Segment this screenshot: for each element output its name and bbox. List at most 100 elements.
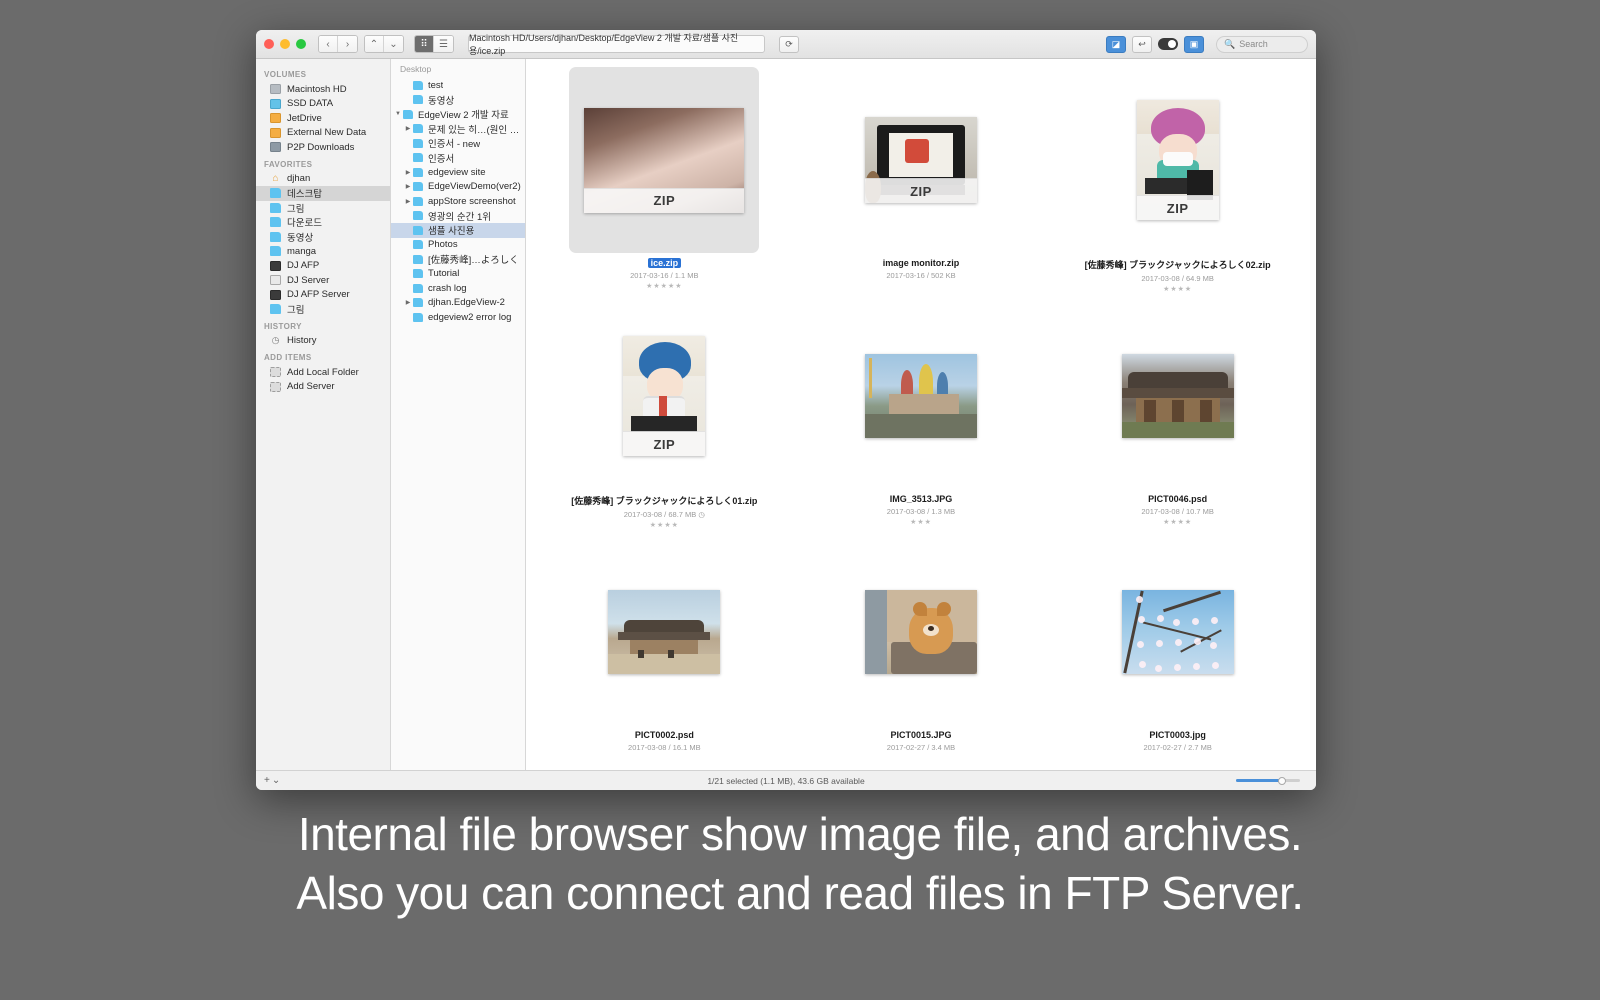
file-item[interactable]: PICT0002.psd2017-03-08 / 16.1 MB bbox=[536, 535, 793, 770]
chevron-right-icon[interactable]: ▶ bbox=[403, 169, 413, 176]
nav-down-button[interactable]: ⌄ bbox=[384, 36, 403, 52]
chevron-right-icon[interactable]: ▶ bbox=[403, 125, 413, 132]
sidebar-item-1[interactable]: SSD DATA bbox=[256, 97, 390, 112]
sidebar-item-0[interactable]: ⌂djhan bbox=[256, 172, 390, 187]
search-input[interactable]: 🔍 Search bbox=[1216, 36, 1308, 53]
file-name-label[interactable]: [佐藤秀峰] ブラックジャックによろしく01.zip bbox=[571, 494, 757, 507]
toggle-button[interactable] bbox=[1158, 36, 1178, 53]
tree-item[interactable]: ▶appStore screenshot bbox=[391, 194, 525, 209]
file-name-label[interactable]: ice.zip bbox=[648, 258, 682, 268]
file-rating-stars[interactable]: ★★★★ bbox=[650, 521, 679, 529]
file-thumbnail[interactable] bbox=[826, 303, 1016, 489]
sidebar-item-1[interactable]: 데스크탑 bbox=[256, 186, 390, 201]
sidebar-item-1[interactable]: Add Server bbox=[256, 380, 390, 395]
chevron-right-icon[interactable]: ▶ bbox=[403, 198, 413, 205]
slider-knob[interactable] bbox=[1278, 777, 1286, 785]
nav-up-down-group[interactable]: ⌃ ⌄ bbox=[364, 35, 404, 53]
sidebar-item-9[interactable]: 그림 bbox=[256, 302, 390, 317]
tree-item[interactable]: 인증서 bbox=[391, 151, 525, 166]
file-rating-stars[interactable]: ★★★★★ bbox=[646, 282, 682, 290]
file-item[interactable]: PICT0003.jpg 2017-02-27 / 2.7 MB bbox=[1049, 535, 1306, 770]
tree-item[interactable]: Tutorial bbox=[391, 267, 525, 282]
chevron-right-icon[interactable]: ▶ bbox=[403, 299, 413, 306]
sidebar-item-4[interactable]: 동영상 bbox=[256, 230, 390, 245]
view-mode-group[interactable]: ⠿ ☰ bbox=[414, 35, 454, 53]
file-name-label[interactable]: image monitor.zip bbox=[883, 258, 960, 268]
tree-item[interactable]: 영광의 순간 1위 bbox=[391, 209, 525, 224]
sidebar-item-0[interactable]: Add Local Folder bbox=[256, 365, 390, 380]
sidebar-item-8[interactable]: DJ AFP Server bbox=[256, 288, 390, 303]
tree-item[interactable]: ▶EdgeViewDemo(ver2) bbox=[391, 180, 525, 195]
tree-item[interactable]: ▶문제 있는 히…(원인 불심) bbox=[391, 122, 525, 137]
sidebar-item-label: 다운로드 bbox=[287, 215, 322, 229]
sidebar-item-7[interactable]: DJ Server bbox=[256, 273, 390, 288]
image-adjust-button[interactable]: ◪ bbox=[1106, 36, 1126, 53]
tree-item[interactable]: 동영상 bbox=[391, 93, 525, 108]
file-item[interactable]: PICT0046.psd2017-03-08 / 10.7 MB★★★★ bbox=[1049, 299, 1306, 535]
tree-item[interactable]: 인증서 - new bbox=[391, 136, 525, 151]
sidebar-item-4[interactable]: P2P Downloads bbox=[256, 140, 390, 155]
file-thumbnail[interactable] bbox=[569, 539, 759, 725]
close-window-button[interactable] bbox=[264, 39, 274, 49]
tree-item[interactable]: test bbox=[391, 78, 525, 93]
file-item[interactable]: ZIP[佐藤秀峰] ブラックジャックによろしく01.zip2017-03-08 … bbox=[536, 299, 793, 535]
share-button[interactable]: ↩ bbox=[1132, 36, 1152, 53]
thumbnail-image bbox=[1122, 590, 1234, 674]
tree-item-label: EdgeView 2 개발 자료 bbox=[418, 107, 509, 121]
file-item[interactable]: ZIPice.zip2017-03-16 / 1.1 MB★★★★★ bbox=[536, 63, 793, 299]
sidebar-item-5[interactable]: manga bbox=[256, 244, 390, 259]
sidebar-item-0[interactable]: Macintosh HD bbox=[256, 82, 390, 97]
nav-back-button[interactable]: ‹ bbox=[319, 36, 338, 52]
chevron-right-icon[interactable]: ▶ bbox=[403, 183, 413, 190]
sidebar-item-2[interactable]: 그림 bbox=[256, 201, 390, 216]
file-name-label[interactable]: PICT0002.psd bbox=[635, 730, 694, 740]
file-thumbnail[interactable]: ZIP bbox=[1083, 67, 1273, 253]
tree-item[interactable]: crash log bbox=[391, 281, 525, 296]
file-thumbnail[interactable]: ZIP bbox=[569, 303, 759, 489]
file-thumbnail[interactable]: ZIP bbox=[569, 67, 759, 253]
file-meta-label: 2017-02-27 / 2.7 MB bbox=[1143, 743, 1211, 752]
sidebar-item-3[interactable]: 다운로드 bbox=[256, 215, 390, 230]
nav-up-button[interactable]: ⌃ bbox=[365, 36, 384, 52]
file-name-label[interactable]: PICT0003.jpg bbox=[1149, 730, 1206, 740]
file-item[interactable]: ZIPimage monitor.zip2017-03-16 / 502 KB bbox=[793, 63, 1050, 299]
tree-item[interactable]: edgeview2 error log bbox=[391, 310, 525, 325]
file-item[interactable]: ZIP[佐藤秀峰] ブラックジャックによろしく02.zip2017-03-08 … bbox=[1049, 63, 1306, 299]
tree-item[interactable]: Photos bbox=[391, 238, 525, 253]
toggle-switch[interactable] bbox=[1158, 38, 1178, 50]
file-item[interactable]: PICT0015.JPG2017-02-27 / 3.4 MB bbox=[793, 535, 1050, 770]
sidebar-item-3[interactable]: External New Data bbox=[256, 126, 390, 141]
info-panel-button[interactable]: ▣ bbox=[1184, 36, 1204, 53]
thumbnail-size-slider[interactable] bbox=[1236, 779, 1300, 782]
file-thumbnail[interactable]: ZIP bbox=[826, 67, 1016, 253]
file-rating-stars[interactable]: ★★★★ bbox=[1163, 518, 1192, 526]
file-rating-stars[interactable]: ★★★★ bbox=[1163, 285, 1192, 293]
chevron-down-icon[interactable]: ▼ bbox=[393, 111, 403, 117]
nav-back-forward-group[interactable]: ‹ › bbox=[318, 35, 358, 53]
grid-view-icon[interactable]: ⠿ bbox=[415, 36, 434, 52]
tree-item[interactable]: 샘플 사진용 bbox=[391, 223, 525, 238]
tree-item[interactable]: [佐藤秀峰]…よろしく bbox=[391, 252, 525, 267]
nav-forward-button[interactable]: › bbox=[338, 36, 357, 52]
file-thumbnail[interactable] bbox=[826, 539, 1016, 725]
maximize-window-button[interactable] bbox=[296, 39, 306, 49]
file-name-label[interactable]: IMG_3513.JPG bbox=[890, 494, 953, 504]
file-name-label[interactable]: PICT0046.psd bbox=[1148, 494, 1207, 504]
list-view-icon[interactable]: ☰ bbox=[434, 36, 453, 52]
sidebar-item-0[interactable]: ◷History bbox=[256, 334, 390, 349]
file-rating-stars[interactable]: ★★★ bbox=[910, 518, 932, 526]
tree-item[interactable]: ▶edgeview site bbox=[391, 165, 525, 180]
tree-item[interactable]: ▶djhan.EdgeView-2 bbox=[391, 296, 525, 311]
file-thumbnail[interactable] bbox=[1083, 303, 1273, 489]
minimize-window-button[interactable] bbox=[280, 39, 290, 49]
add-item-menu-button[interactable]: + ⌄ bbox=[264, 775, 280, 786]
tree-item[interactable]: ▼ EdgeView 2 개발 자료 bbox=[391, 107, 525, 122]
file-thumbnail[interactable] bbox=[1083, 539, 1273, 725]
refresh-icon[interactable]: ⟳ bbox=[779, 36, 799, 53]
file-name-label[interactable]: PICT0015.JPG bbox=[890, 730, 951, 740]
sidebar-item-2[interactable]: JetDrive bbox=[256, 111, 390, 126]
sidebar-item-6[interactable]: DJ AFP bbox=[256, 259, 390, 274]
path-field[interactable]: Macintosh HD/Users/djhan/Desktop/EdgeVie… bbox=[468, 35, 765, 53]
file-item[interactable]: IMG_3513.JPG2017-03-08 / 1.3 MB★★★ bbox=[793, 299, 1050, 535]
file-name-label[interactable]: [佐藤秀峰] ブラックジャックによろしく02.zip bbox=[1085, 258, 1271, 271]
